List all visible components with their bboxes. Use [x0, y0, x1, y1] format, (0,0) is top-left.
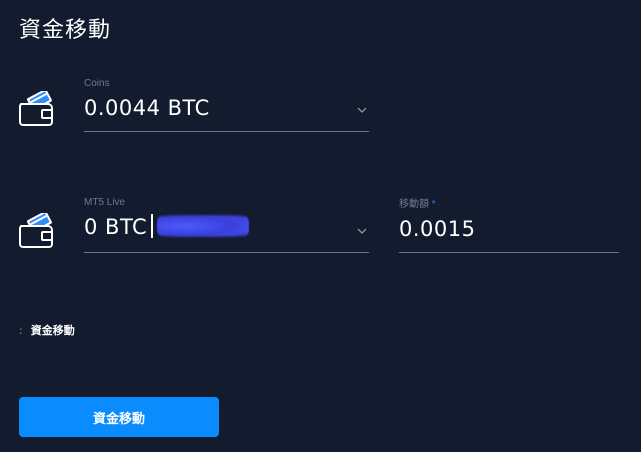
source-underline [84, 131, 369, 132]
wallet-icon [19, 213, 53, 248]
transfer-summary: : 資金移動 [19, 322, 75, 338]
destination-account-select[interactable]: MT5 Live 0 BTC [84, 197, 369, 253]
destination-account-value: 0 BTC [84, 215, 148, 239]
amount-underline [399, 252, 619, 253]
transfer-submit-button[interactable]: 資金移動 [19, 397, 219, 437]
amount-label: 移動額 * [399, 199, 436, 210]
amount-input[interactable]: 移動額 * 0.0015 [399, 195, 619, 253]
destination-underline [84, 252, 369, 253]
wallet-icon [19, 91, 53, 126]
destination-account-label: MT5 Live [84, 197, 126, 208]
summary-text: 資金移動 [30, 324, 75, 337]
redacted-account-number [157, 214, 250, 238]
text-cursor [151, 214, 154, 238]
source-account-value: 0.0044 BTC [84, 96, 210, 120]
source-account-label: Coins [84, 78, 110, 89]
chevron-down-icon [357, 228, 367, 234]
chevron-down-icon [357, 107, 367, 113]
page-title: 資金移動 [19, 18, 112, 43]
source-account-select[interactable]: Coins 0.0044 BTC [84, 78, 369, 132]
amount-value: 0.0015 [399, 217, 476, 241]
summary-bullet: : [19, 324, 23, 337]
destination-account-value-row: 0 BTC [84, 214, 369, 239]
required-mark: * [431, 199, 436, 210]
